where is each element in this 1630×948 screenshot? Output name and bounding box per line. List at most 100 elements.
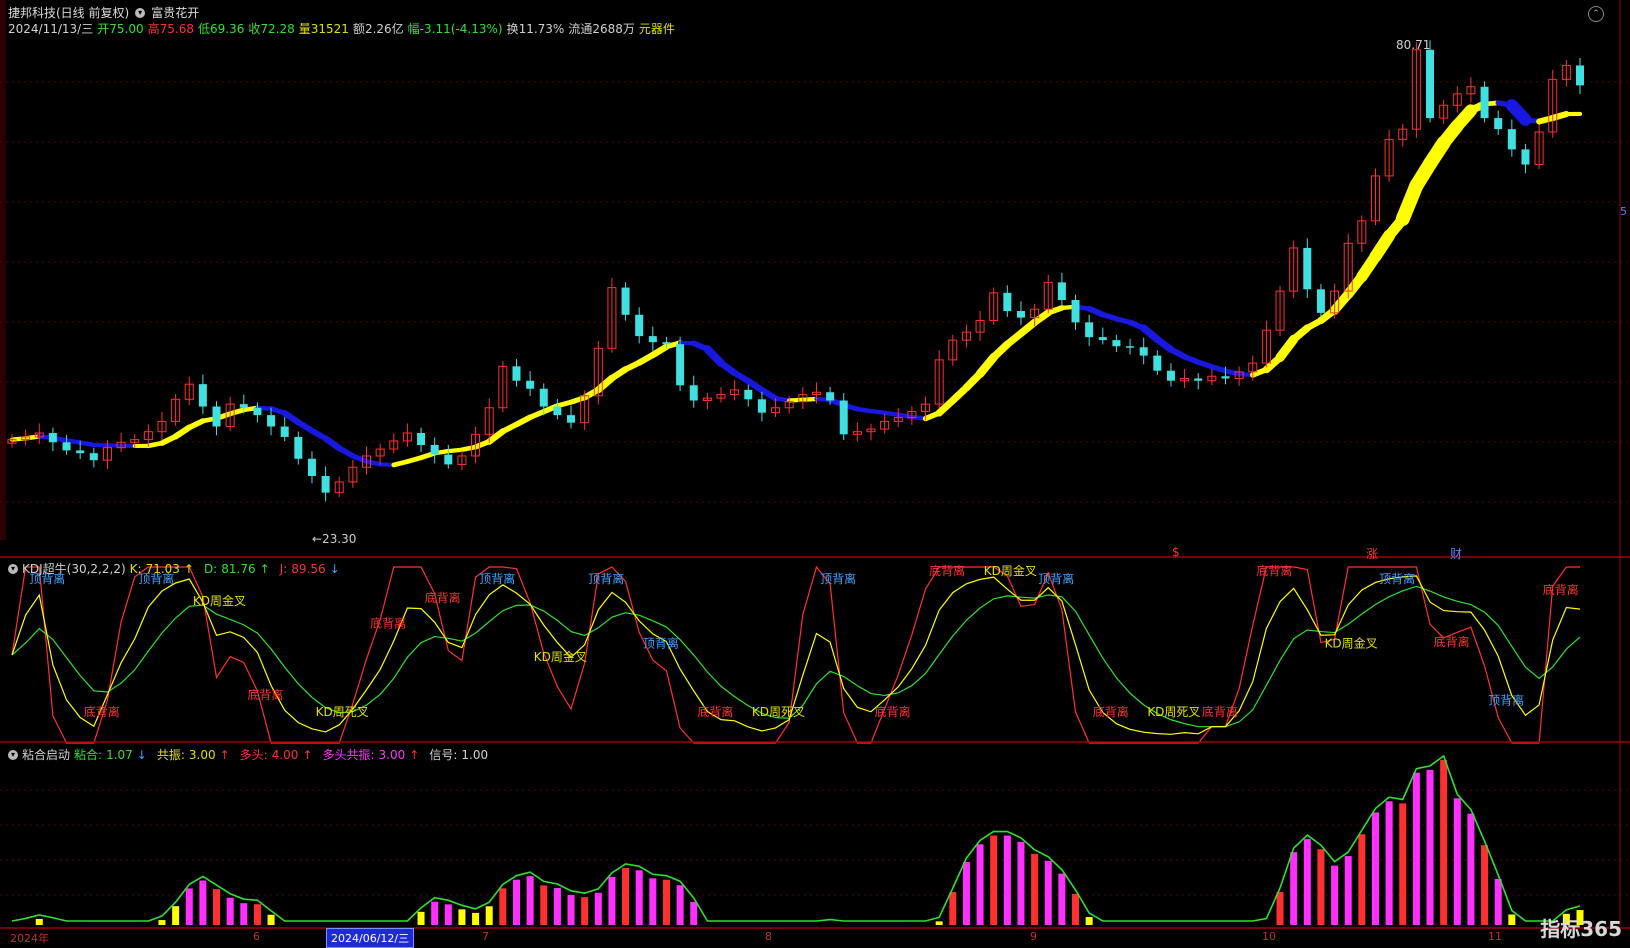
sticky-bar xyxy=(417,911,425,925)
candle-body xyxy=(744,389,753,400)
candle-body xyxy=(1126,346,1135,348)
ma-segment xyxy=(1549,110,1570,122)
sticky-panel-toggle-icon[interactable]: ▾ xyxy=(8,749,18,760)
sticky-bar xyxy=(1412,772,1420,925)
kdj-annotation: 底背离 xyxy=(697,704,733,719)
sticky-bar xyxy=(976,844,984,925)
k-value: 71.03 xyxy=(145,561,180,576)
event-label-cai[interactable]: 财 xyxy=(1450,545,1462,562)
sticky-bar xyxy=(213,889,221,925)
candle-body xyxy=(444,454,453,465)
kdj-annotation: 顶背离 xyxy=(1038,571,1074,586)
candle-body xyxy=(1507,129,1516,150)
candle-body xyxy=(512,366,521,381)
sticky-bar xyxy=(1058,873,1066,925)
candle-body xyxy=(689,385,698,401)
duotou-gz-arrow-icon: ↑ xyxy=(409,747,420,762)
x-axis-label-oct: 10 xyxy=(1262,930,1276,943)
event-label-zhang[interactable]: 涨 xyxy=(1366,545,1378,562)
candlestick-series[interactable] xyxy=(7,40,1584,502)
sticky-bar xyxy=(990,835,998,925)
nianhe-value: 1.07 xyxy=(106,747,133,762)
candle-body xyxy=(1085,322,1094,338)
x-axis-label-jul: 7 xyxy=(482,930,489,943)
kdj-panel-title[interactable]: KDJ超牛(30,2,2,2) xyxy=(22,560,126,577)
sticky-panel-title[interactable]: 粘合启动 xyxy=(22,746,70,763)
sticky-bar xyxy=(526,876,534,925)
high-price-marker: 80.71 xyxy=(1396,38,1431,52)
sticky-bar xyxy=(1467,813,1475,925)
sticky-bar xyxy=(158,920,166,925)
candle-body xyxy=(757,399,766,413)
d-value: 81.76 xyxy=(221,561,256,576)
candle-body xyxy=(1071,300,1080,323)
kdj-annotation: KD周金叉 xyxy=(534,649,587,664)
kdj-annotation: 底背离 xyxy=(247,687,283,702)
duotou-arrow-icon: ↑ xyxy=(302,747,313,762)
kdj-annotation: 顶背离 xyxy=(588,571,624,586)
moving-average-band xyxy=(9,99,1583,468)
candle-body xyxy=(307,458,316,477)
sticky-bar xyxy=(1031,853,1039,925)
chart-canvas[interactable]: 顶背离底背离顶背离KD周金叉底背离KD周死叉底背离底背离顶背离KD周金叉顶背离顶… xyxy=(0,0,1630,948)
k-arrow-icon: ↑ xyxy=(183,561,194,576)
candle-body xyxy=(1221,376,1230,379)
x-axis-label-year: 2024年 xyxy=(10,932,49,945)
candle-body xyxy=(1494,118,1503,130)
k-label: K: xyxy=(129,561,142,576)
duotou-gz-value: 3.00 xyxy=(378,747,406,762)
j-label: J: xyxy=(279,561,288,576)
kdj-annotation: KD周死叉 xyxy=(316,705,369,719)
kdj-annotation: KD周死叉 xyxy=(752,705,805,719)
candle-body xyxy=(1153,355,1162,371)
sticky-bars xyxy=(11,754,1584,925)
candle-body xyxy=(198,384,207,407)
candle-body xyxy=(48,432,57,443)
sticky-bar xyxy=(1385,801,1393,925)
sticky-bar xyxy=(1399,803,1407,925)
brand-logo: 指标365 xyxy=(1540,917,1622,941)
kdj-annotation: 底背离 xyxy=(1202,704,1238,719)
candle-body xyxy=(1139,347,1148,356)
kdj-annotation: KD周金叉 xyxy=(984,563,1037,578)
sticky-bar xyxy=(472,912,480,925)
kdj-annotation: KD周金叉 xyxy=(1325,635,1378,650)
sticky-bar xyxy=(608,876,616,925)
candle-body xyxy=(553,406,562,416)
candle-body xyxy=(567,415,576,423)
sticky-bar xyxy=(185,888,193,925)
sticky-bar xyxy=(267,914,275,925)
sticky-bar xyxy=(935,921,943,925)
nianhe-label: 粘合: xyxy=(74,748,103,762)
sticky-bar xyxy=(35,918,43,925)
candle-body xyxy=(89,453,98,461)
x-axis-label-nov: 11 xyxy=(1488,930,1502,943)
sticky-bar xyxy=(1344,856,1352,925)
nianhe-arrow-icon: ↓ xyxy=(136,747,147,762)
candle-body xyxy=(430,444,439,455)
price-grid xyxy=(0,81,1630,896)
candle-body xyxy=(648,336,657,343)
sticky-bar xyxy=(1290,852,1298,925)
kdj-annotations: 顶背离底背离顶背离KD周金叉底背离KD周死叉底背离底背离顶背离KD周金叉顶背离顶… xyxy=(29,563,1578,719)
candle-body xyxy=(1303,247,1312,290)
sticky-bar xyxy=(444,904,452,925)
sticky-bar xyxy=(1085,917,1093,925)
sticky-bar xyxy=(458,909,466,925)
candle-body xyxy=(839,400,848,435)
candle-body xyxy=(826,392,835,401)
candle-body xyxy=(526,380,535,389)
sticky-bar xyxy=(1426,769,1434,925)
duotou-gz-label: 多头共振: xyxy=(322,748,375,762)
sticky-bar xyxy=(512,879,520,925)
d-arrow-icon: ↑ xyxy=(259,561,270,576)
candle-body xyxy=(1521,149,1530,165)
sticky-bar xyxy=(253,904,261,925)
sticky-bar xyxy=(949,892,957,925)
kdj-annotation: 底背离 xyxy=(929,563,965,578)
candle-body xyxy=(76,450,85,454)
sticky-bar xyxy=(1017,841,1025,925)
event-label-dollar[interactable]: $ xyxy=(1172,545,1180,559)
kdj-panel-toggle-icon[interactable]: ▾ xyxy=(8,563,18,574)
cursor-date-box: 2024/06/12/三 xyxy=(326,928,415,948)
